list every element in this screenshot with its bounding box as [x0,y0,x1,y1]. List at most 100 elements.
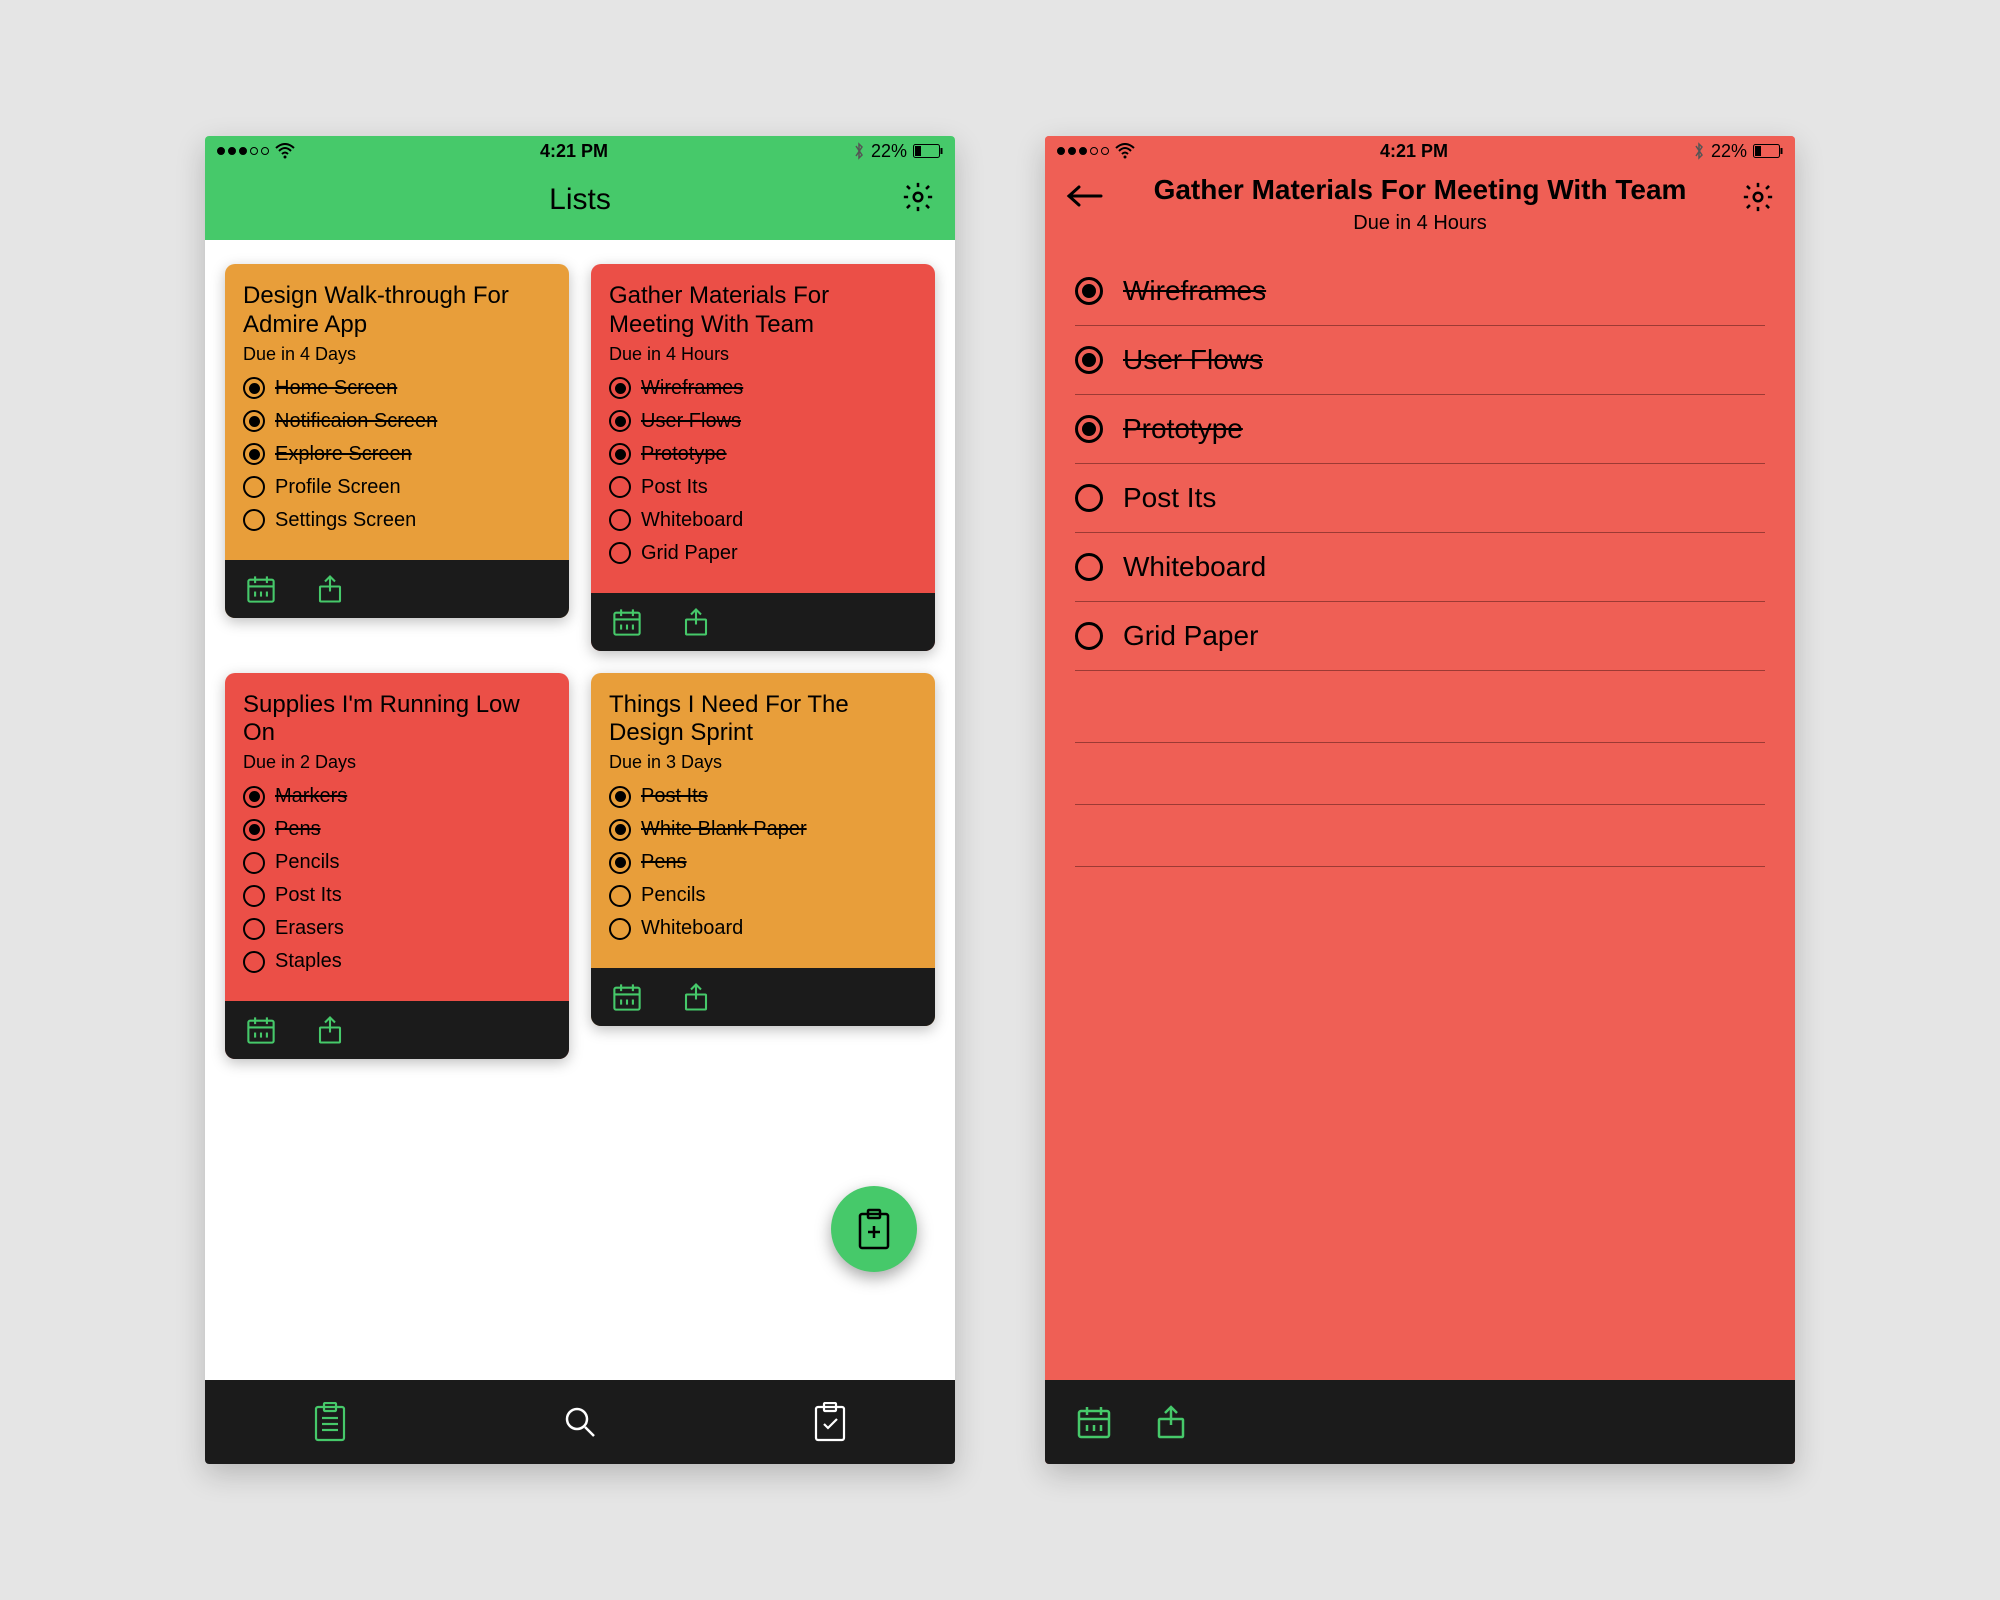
empty-lines [1045,681,1795,867]
task-item[interactable]: Whiteboard [609,509,917,532]
radio-icon [609,542,631,564]
radio-icon [243,509,265,531]
task-item[interactable]: Post Its [609,785,917,808]
nav-lists-button[interactable] [313,1402,347,1442]
wifi-icon [1115,143,1135,159]
task-item[interactable]: Whiteboard [1075,533,1765,602]
task-label: Pencils [275,851,339,874]
task-item[interactable]: Whiteboard [609,917,917,940]
radio-icon [609,819,631,841]
back-button[interactable] [1065,184,1103,208]
battery-icon [913,144,943,158]
task-label: Whiteboard [1123,551,1266,583]
radio-icon [1075,415,1103,443]
card-title: Supplies I'm Running Low On [243,691,551,749]
radio-icon [243,951,265,973]
radio-icon [1075,622,1103,650]
card-title: Design Walk-through For Admire App [243,282,551,340]
content-area: Design Walk-through For Admire App Due in… [205,240,955,1380]
task-item[interactable]: Pencils [609,884,917,907]
card-due: Due in 4 Hours [609,344,917,365]
list-card[interactable]: Things I Need For The Design SprintDue i… [591,673,935,1027]
task-item[interactable]: Notificaion Screen [243,410,551,433]
schedule-button[interactable] [245,573,277,605]
task-list: Wireframes User Flows PrototypePost Its Whi… [1045,247,1795,681]
status-time: 4:21 PM [540,141,608,162]
radio-icon [243,885,265,907]
settings-button[interactable] [901,180,935,214]
task-label: User Flows [1123,344,1263,376]
task-item[interactable]: Pens [609,851,917,874]
clipboard-list-icon [313,1402,347,1442]
task-item[interactable]: User Flows [1075,326,1765,395]
task-label: Pens [641,851,687,874]
task-item[interactable]: Profile Screen [243,476,551,499]
task-item[interactable]: Staples [243,950,551,973]
task-item[interactable]: Wireframes [1075,257,1765,326]
card-title: Gather Materials For Meeting With Team [609,282,917,340]
task-item[interactable]: Grid Paper [1075,602,1765,671]
task-item[interactable]: Post Its [1075,464,1765,533]
task-item[interactable]: Settings Screen [243,509,551,532]
radio-icon [243,377,265,399]
content-area: Wireframes User Flows PrototypePost Its Whi… [1045,247,1795,1380]
battery-icon [1753,144,1783,158]
clipboard-plus-icon [856,1208,892,1250]
share-button[interactable] [681,606,711,638]
task-label: Home Screen [275,377,397,400]
search-icon [562,1404,598,1440]
list-card[interactable]: Supplies I'm Running Low OnDue in 2 Days… [225,673,569,1060]
share-button[interactable] [681,981,711,1013]
nav-search-button[interactable] [562,1404,598,1440]
schedule-button[interactable] [1075,1403,1113,1441]
task-item[interactable]: Markers [243,785,551,808]
task-item[interactable]: Erasers [243,917,551,940]
task-item[interactable]: Prototype [1075,395,1765,464]
card-footer [225,560,569,618]
nav-tasks-button[interactable] [813,1402,847,1442]
card-due: Due in 4 Days [243,344,551,365]
list-card[interactable]: Gather Materials For Meeting With Team Du… [591,264,935,651]
task-item[interactable]: Explore Screen [243,443,551,466]
schedule-button[interactable] [611,981,643,1013]
task-item[interactable]: User Flows [609,410,917,433]
task-item[interactable]: White Blank Paper [609,818,917,841]
page-title: Gather Materials For Meeting With Team [1154,174,1687,206]
calendar-icon [1075,1403,1113,1441]
task-label: Profile Screen [275,476,401,499]
radio-icon [609,852,631,874]
task-item[interactable]: Home Screen [243,377,551,400]
task-item[interactable]: Pens [243,818,551,841]
screen-lists: 4:21 PM 22% Lists Design Walk-through Fo… [205,136,955,1464]
radio-icon [243,443,265,465]
task-label: Pencils [641,884,705,907]
settings-button[interactable] [1741,180,1775,214]
task-item[interactable]: Prototype [609,443,917,466]
task-label: Erasers [275,917,344,940]
share-button[interactable] [1153,1403,1189,1441]
task-item[interactable]: Post Its [609,476,917,499]
list-card[interactable]: Design Walk-through For Admire App Due in… [225,264,569,618]
radio-icon [609,377,631,399]
share-button[interactable] [315,1014,345,1046]
radio-icon [609,509,631,531]
task-label: Grid Paper [1123,620,1258,652]
task-label: Markers [275,785,347,808]
task-label: Staples [275,950,342,973]
task-item[interactable]: Wireframes [609,377,917,400]
calendar-icon [611,981,643,1013]
task-label: Prototype [641,443,727,466]
page-title: Lists [549,183,611,217]
schedule-button[interactable] [611,606,643,638]
task-item[interactable]: Post Its [243,884,551,907]
schedule-button[interactable] [245,1014,277,1046]
task-item[interactable]: Grid Paper [609,542,917,565]
task-label: Post Its [641,476,708,499]
share-button[interactable] [315,573,345,605]
task-label: Whiteboard [641,509,743,532]
cell-signal-icon [217,147,269,155]
calendar-icon [245,573,277,605]
add-list-fab[interactable] [831,1186,917,1272]
radio-icon [1075,484,1103,512]
task-item[interactable]: Pencils [243,851,551,874]
